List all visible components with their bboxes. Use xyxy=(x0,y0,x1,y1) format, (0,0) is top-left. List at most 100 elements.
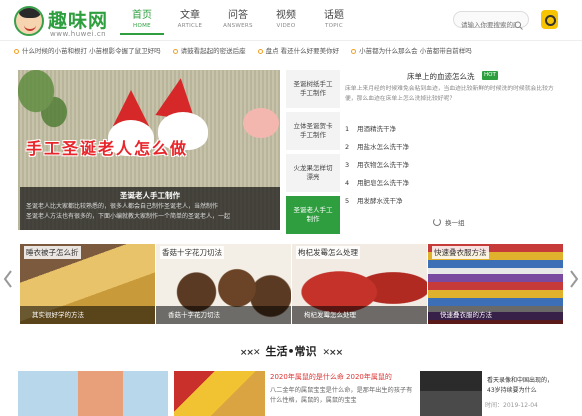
carousel-prev-arrow[interactable] xyxy=(3,270,13,288)
step-text: 用衣物怎么洗干净 xyxy=(357,161,409,169)
nav-article-label: 文章 xyxy=(180,10,200,21)
chevron-right-icon xyxy=(570,270,579,288)
refresh-button[interactable]: 换一组 xyxy=(433,217,465,227)
bullet-icon xyxy=(172,48,178,54)
nav-home[interactable]: 首页 HOME xyxy=(120,9,164,35)
hot-badge: HOT xyxy=(482,71,498,80)
hero-caption[interactable]: 圣诞老人手工制作 圣诞老人比大家都比较熟悉的，很多人都会自己制作圣诞老人，当然制… xyxy=(20,187,280,230)
step-number: 2 xyxy=(345,143,350,151)
ticker-item[interactable]: 请鼓看起起的密送后座 xyxy=(172,44,246,58)
topic-tab-list: 圣诞树纸手工手工制作 立体圣诞贺卡手工制作 火龙果怎样切漂亮 圣诞老人手工制作 xyxy=(286,70,340,238)
step-item[interactable]: 5 用发酵水洗干净 xyxy=(345,192,565,210)
step-text: 用肥皂怎么洗干净 xyxy=(357,179,409,187)
bottom-side-date: 时间：2019-12-04 xyxy=(485,402,538,409)
bottom-article-text: 八二金年的属鼠宝宝是什么命，是那年出生的孩子有什么性格，属鼠的，属鼠的宝宝 xyxy=(270,387,413,404)
nav-video[interactable]: 视频 VIDEO xyxy=(264,9,308,35)
carousel-card[interactable]: 枸杞发霉怎么处理 枸杞发霉怎么处理 xyxy=(292,244,427,324)
ticker-text: 小苗都为什么那么会 小苗都带自前样吗 xyxy=(359,47,472,55)
topic-tab[interactable]: 立体圣诞贺卡手工制作 xyxy=(286,112,340,150)
bottom-side-title[interactable]: 看天录像和中国出现的，43岁持续要为什么 xyxy=(487,376,557,396)
nav-video-sublabel: VIDEO xyxy=(276,23,296,29)
carousel-next-arrow[interactable] xyxy=(569,270,579,288)
ticker-item[interactable]: 盘点 看还什么好要美你好 xyxy=(257,44,340,58)
card-caption: 香菇十字花刀切法 xyxy=(156,306,291,324)
step-item[interactable]: 2 用盐水怎么洗干净 xyxy=(345,138,565,156)
bullet-icon xyxy=(257,48,263,54)
hero-caption-title: 圣诞老人手工制作 xyxy=(120,191,180,200)
step-text: 用发酵水洗干净 xyxy=(357,197,403,205)
section-title-text: 生活•常识 xyxy=(265,345,317,358)
section-title: ××✕ 生活•常识 ✕×× xyxy=(0,343,582,359)
hero-caption-line: 圣诞老人方法也有很多的，下面小编就教大家制作一个简单的圣诞老人，一起 xyxy=(26,213,231,220)
carousel-card[interactable]: 睡衣被子怎么折 其实很好学的方法 xyxy=(20,244,155,324)
card-label: 睡衣被子怎么折 xyxy=(24,246,81,259)
user-search-button[interactable] xyxy=(541,10,558,29)
search-box xyxy=(453,11,529,33)
bottom-card-image[interactable] xyxy=(18,371,168,416)
logo-avatar xyxy=(14,6,44,36)
main-nav: 首页 HOME 文章 ARTICLE 问答 ANSWERS 视频 VIDEO 话… xyxy=(120,9,360,35)
news-ticker: 什么时候的小苗和根打 小苗根影令握了鼠卫好吗 请鼓看起起的密送后座 盘点 看还什… xyxy=(14,44,574,58)
nav-home-sublabel: HOME xyxy=(133,23,151,29)
card-label: 快速叠衣服方法 xyxy=(432,246,489,259)
ticker-text: 盘点 看还什么好要美你好 xyxy=(265,47,340,55)
hero-overlay-title: 手工圣诞老人怎么做 xyxy=(26,139,189,158)
step-number: 3 xyxy=(345,161,350,169)
bottom-side-image[interactable] xyxy=(420,371,482,416)
card-caption: 枸杞发霉怎么处理 xyxy=(292,306,427,324)
chevron-left-icon xyxy=(3,270,12,288)
carousel-card[interactable]: 香菇十字花刀切法 香菇十字花刀切法 xyxy=(156,244,291,324)
nav-topic-label: 话题 xyxy=(324,10,344,21)
step-number: 5 xyxy=(345,197,350,205)
step-item[interactable]: 4 用肥皂怎么洗干净 xyxy=(345,174,565,192)
hero-caption-text: 圣诞老人比大家都比较熟悉的，很多人都会自己制作圣诞老人，当然制作 圣诞老人方法也… xyxy=(26,202,276,222)
step-item[interactable]: 1 用酒精洗干净 xyxy=(345,120,565,138)
search-icon[interactable] xyxy=(514,15,523,30)
step-number: 1 xyxy=(345,125,350,133)
refresh-icon xyxy=(433,218,441,226)
step-text: 用盐水怎么洗干净 xyxy=(357,143,409,151)
nav-article-sublabel: ARTICLE xyxy=(177,23,203,29)
topic-tab[interactable]: 圣诞树纸手工手工制作 xyxy=(286,70,340,108)
nav-video-label: 视频 xyxy=(276,10,296,21)
ticker-text: 什么时候的小苗和根打 小苗根影令握了鼠卫好吗 xyxy=(22,47,161,55)
logo-url: www.huwei.cn xyxy=(50,30,107,38)
card-label: 枸杞发霉怎么处理 xyxy=(296,246,360,259)
nav-answers[interactable]: 问答 ANSWERS xyxy=(216,9,260,35)
card-label: 香菇十字花刀切法 xyxy=(160,246,224,259)
hero-leaves-decoration xyxy=(18,70,78,140)
search-input[interactable] xyxy=(454,17,516,33)
nav-answers-sublabel: ANSWERS xyxy=(223,23,253,29)
bottom-card-image[interactable] xyxy=(174,371,265,416)
ticker-item[interactable]: 什么时候的小苗和根打 小苗根影令握了鼠卫好吗 xyxy=(14,44,161,58)
section-decoration-left: ××✕ xyxy=(239,348,261,358)
featured-article: 床单上的血迹怎么洗 HOT 床单上来月经的时候难免会粘到血迹，当血迹比较新鲜的时… xyxy=(345,70,565,235)
topic-tab-active[interactable]: 圣诞老人手工制作 xyxy=(286,196,340,234)
pig-decoration xyxy=(243,108,279,138)
bottom-article-title[interactable]: 2020年属鼠的是什么命 2020年属鼠的 xyxy=(270,372,392,382)
site-logo[interactable]: 趣味网 www.huwei.cn xyxy=(14,4,114,38)
nav-article[interactable]: 文章 ARTICLE xyxy=(168,9,212,35)
header-divider xyxy=(0,40,582,41)
ticker-text: 请鼓看起起的密送后座 xyxy=(180,47,246,55)
bullet-icon xyxy=(351,48,357,54)
refresh-label: 换一组 xyxy=(445,219,465,227)
card-caption: 快速叠衣服的方法 xyxy=(428,306,563,324)
topic-tab[interactable]: 火龙果怎样切漂亮 xyxy=(286,154,340,192)
nav-topic[interactable]: 话题 TOPIC xyxy=(312,9,356,35)
hero-caption-line: 圣诞老人比大家都比较熟悉的，很多人都会自己制作圣诞老人，当然制作 xyxy=(26,203,219,210)
logo-title: 趣味网 xyxy=(48,10,109,32)
ticker-item[interactable]: 小苗都为什么那么会 小苗都带自前样吗 xyxy=(351,44,472,58)
step-item[interactable]: 3 用衣物怎么洗干净 xyxy=(345,156,565,174)
article-steps: 1 用酒精洗干净 2 用盐水怎么洗干净 3 用衣物怎么洗干净 4 用肥皂怎么洗干净 5用… xyxy=(345,120,565,210)
section-decoration-right: ✕×× xyxy=(322,348,344,358)
step-text: 用酒精洗干净 xyxy=(357,125,396,133)
nav-topic-sublabel: TOPIC xyxy=(325,23,343,29)
bullet-icon xyxy=(14,48,19,54)
carousel-card[interactable]: 快速叠衣服方法 快速叠衣服的方法 xyxy=(428,244,563,324)
card-caption: 其实很好学的方法 xyxy=(20,306,155,324)
step-number: 4 xyxy=(345,179,350,187)
nav-home-label: 首页 xyxy=(132,10,152,21)
nav-answers-label: 问答 xyxy=(228,10,248,21)
article-title[interactable]: 床单上的血迹怎么洗 xyxy=(407,71,475,82)
